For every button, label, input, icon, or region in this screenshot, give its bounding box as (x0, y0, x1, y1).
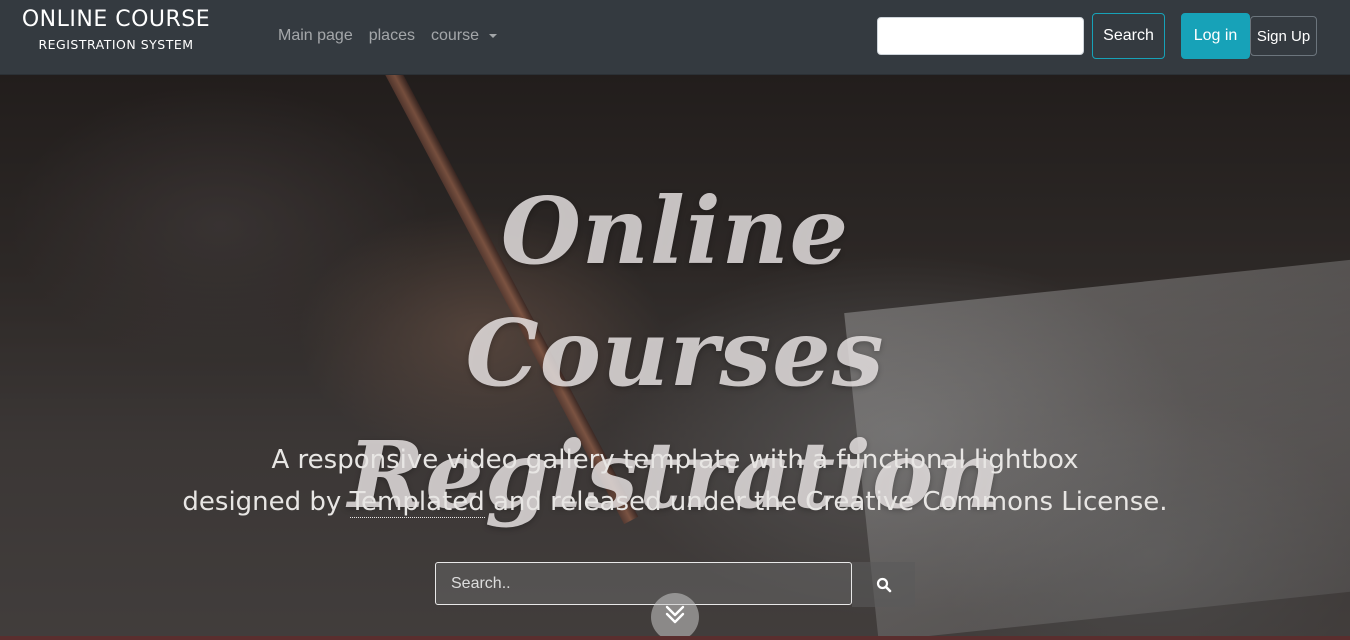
brand-subtitle: REGISTRATION SYSTEM (38, 37, 194, 52)
nav-links: Main page places course (270, 25, 505, 47)
navbar: ONLINE COURSE REGISTRATION SYSTEM Main p… (0, 0, 1350, 75)
hero-title-line1: Online Courses (465, 177, 885, 407)
login-button[interactable]: Log in (1181, 13, 1250, 59)
hero-search-button[interactable] (852, 562, 915, 607)
hero-subtitle-text: and released under the Creative Commons … (484, 487, 1168, 517)
templated-link[interactable]: Templated (349, 487, 485, 518)
hero-content: Online Courses Registration A responsive… (0, 75, 1350, 640)
scroll-down-button[interactable] (651, 593, 699, 640)
nav-link-places[interactable]: places (361, 25, 423, 47)
header-search-button[interactable]: Search (1092, 13, 1165, 59)
header-search-input[interactable] (877, 17, 1084, 55)
nav-dropdown-course[interactable]: course (423, 25, 505, 47)
hero-banner: Online Courses Registration A responsive… (0, 75, 1350, 640)
brand-title: ONLINE COURSE (21, 7, 211, 32)
hero-search-input[interactable]: Search.. (435, 562, 852, 605)
search-icon (876, 577, 891, 592)
nav-link-label: Main page (278, 27, 353, 44)
brand-logo[interactable]: ONLINE COURSE REGISTRATION SYSTEM (16, 6, 216, 53)
chevron-double-down-icon (665, 605, 685, 624)
hero-subtitle: A responsive video gallery template with… (180, 439, 1170, 523)
caret-down-icon (489, 34, 497, 38)
signup-button[interactable]: Sign Up (1250, 16, 1317, 56)
hero-subtitle-text: designed by (182, 487, 350, 517)
page-bottom-border (0, 636, 1350, 640)
hero-search-placeholder: Search.. (451, 574, 511, 592)
nav-link-label: course (430, 27, 479, 44)
nav-link-main-page[interactable]: Main page (270, 25, 361, 47)
hero-subtitle-line1: A responsive video gallery template with… (271, 445, 1079, 475)
nav-link-label: places (368, 27, 415, 44)
